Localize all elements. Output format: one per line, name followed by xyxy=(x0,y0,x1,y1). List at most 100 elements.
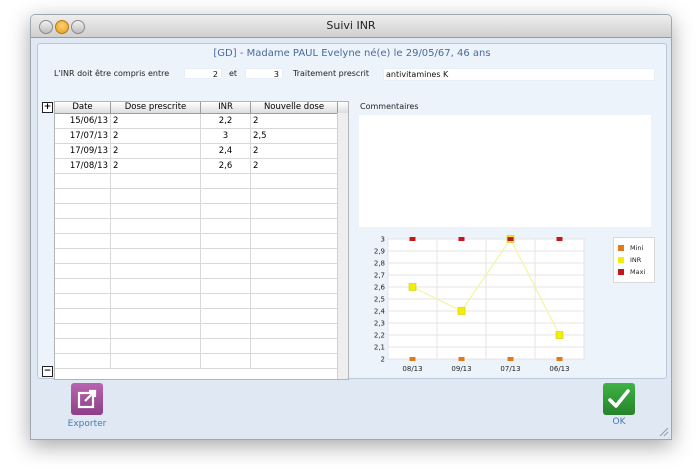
cell-new-dose[interactable] xyxy=(251,339,338,353)
cell-date[interactable] xyxy=(55,219,111,233)
table-row[interactable]: 17/08/13 2 2,6 2 xyxy=(55,159,338,174)
cell-dose[interactable] xyxy=(111,324,201,338)
cell-new-dose[interactable] xyxy=(251,219,338,233)
cell-date[interactable] xyxy=(55,249,111,263)
cell-inr[interactable] xyxy=(201,339,251,353)
cell-dose[interactable] xyxy=(111,354,201,368)
cell-dose[interactable] xyxy=(111,174,201,188)
table-row-empty[interactable] xyxy=(55,219,338,234)
cell-dose[interactable] xyxy=(111,189,201,203)
cell-new-dose[interactable] xyxy=(251,309,338,323)
cell-dose[interactable] xyxy=(111,294,201,308)
add-row-button[interactable]: + xyxy=(42,102,53,113)
cell-dose[interactable] xyxy=(111,219,201,233)
table-row-empty[interactable] xyxy=(55,264,338,279)
cell-dose[interactable] xyxy=(111,264,201,278)
cell-inr[interactable] xyxy=(201,234,251,248)
export-button[interactable] xyxy=(71,383,103,415)
column-header-new-dose[interactable]: Nouvelle dose xyxy=(251,102,338,113)
cell-date[interactable]: 17/07/13 xyxy=(55,129,111,143)
cell-date[interactable]: 15/06/13 xyxy=(55,114,111,128)
cell-new-dose[interactable] xyxy=(251,354,338,368)
cell-inr[interactable]: 2,2 xyxy=(201,114,251,128)
cell-dose[interactable] xyxy=(111,309,201,323)
treatment-field[interactable]: antivitamines K xyxy=(383,68,655,81)
cell-date[interactable] xyxy=(55,189,111,203)
cell-dose[interactable]: 2 xyxy=(111,114,201,128)
remove-row-button[interactable]: − xyxy=(42,366,53,377)
cell-inr[interactable] xyxy=(201,249,251,263)
cell-date[interactable]: 17/08/13 xyxy=(55,159,111,173)
cell-inr[interactable]: 2,6 xyxy=(201,159,251,173)
cell-dose[interactable]: 2 xyxy=(111,159,201,173)
cell-date[interactable] xyxy=(55,354,111,368)
cell-date[interactable] xyxy=(55,294,111,308)
cell-date[interactable] xyxy=(55,309,111,323)
ok-label[interactable]: OK xyxy=(603,417,635,427)
cell-date[interactable] xyxy=(55,279,111,293)
column-header-inr[interactable]: INR xyxy=(201,102,251,113)
cell-inr[interactable] xyxy=(201,174,251,188)
cell-new-dose[interactable]: 2 xyxy=(251,114,338,128)
cell-dose[interactable] xyxy=(111,339,201,353)
cell-new-dose[interactable] xyxy=(251,234,338,248)
cell-dose[interactable] xyxy=(111,234,201,248)
column-header-dose[interactable]: Dose prescrite xyxy=(111,102,201,113)
cell-date[interactable]: 17/09/13 xyxy=(55,144,111,158)
cell-dose[interactable]: 2 xyxy=(111,129,201,143)
cell-inr[interactable] xyxy=(201,324,251,338)
cell-inr[interactable]: 2,4 xyxy=(201,144,251,158)
cell-new-dose[interactable]: 2 xyxy=(251,159,338,173)
cell-date[interactable] xyxy=(55,339,111,353)
cell-new-dose[interactable] xyxy=(251,174,338,188)
cell-inr[interactable]: 3 xyxy=(201,129,251,143)
table-row-empty[interactable] xyxy=(55,339,338,354)
comments-field[interactable] xyxy=(359,115,651,227)
cell-date[interactable] xyxy=(55,174,111,188)
cell-new-dose[interactable] xyxy=(251,189,338,203)
table-row-empty[interactable] xyxy=(55,174,338,189)
cell-new-dose[interactable] xyxy=(251,249,338,263)
cell-date[interactable] xyxy=(55,264,111,278)
inr-min-field[interactable]: 2 xyxy=(184,68,222,79)
cell-dose[interactable] xyxy=(111,204,201,218)
inr-max-field[interactable]: 3 xyxy=(245,68,283,79)
table-row-empty[interactable] xyxy=(55,324,338,339)
cell-dose[interactable] xyxy=(111,279,201,293)
export-label[interactable]: Exporter xyxy=(61,419,113,429)
cell-new-dose[interactable] xyxy=(251,324,338,338)
cell-date[interactable] xyxy=(55,234,111,248)
table-row-empty[interactable] xyxy=(55,189,338,204)
table-row[interactable]: 17/09/13 2 2,4 2 xyxy=(55,144,338,159)
cell-inr[interactable] xyxy=(201,204,251,218)
table-row[interactable]: 17/07/13 2 3 2,5 xyxy=(55,129,338,144)
cell-inr[interactable] xyxy=(201,354,251,368)
table-row-empty[interactable] xyxy=(55,279,338,294)
cell-inr[interactable] xyxy=(201,189,251,203)
table-row-empty[interactable] xyxy=(55,309,338,324)
cell-new-dose[interactable]: 2 xyxy=(251,144,338,158)
cell-date[interactable] xyxy=(55,324,111,338)
column-header-date[interactable]: Date xyxy=(55,102,111,113)
cell-new-dose[interactable] xyxy=(251,279,338,293)
cell-inr[interactable] xyxy=(201,279,251,293)
cell-new-dose[interactable] xyxy=(251,294,338,308)
cell-new-dose[interactable] xyxy=(251,204,338,218)
cell-new-dose[interactable]: 2,5 xyxy=(251,129,338,143)
cell-date[interactable] xyxy=(55,204,111,218)
cell-inr[interactable] xyxy=(201,264,251,278)
table-row-empty[interactable] xyxy=(55,354,338,369)
resize-grip-icon[interactable] xyxy=(659,427,669,437)
cell-inr[interactable] xyxy=(201,219,251,233)
cell-inr[interactable] xyxy=(201,294,251,308)
cell-dose[interactable]: 2 xyxy=(111,144,201,158)
table-row-empty[interactable] xyxy=(55,234,338,249)
cell-inr[interactable] xyxy=(201,309,251,323)
table-row[interactable]: 15/06/13 2 2,2 2 xyxy=(55,114,338,129)
ok-button[interactable] xyxy=(603,383,635,415)
table-row-empty[interactable] xyxy=(55,249,338,264)
table-row-empty[interactable] xyxy=(55,294,338,309)
table-scrollbar[interactable] xyxy=(337,113,348,379)
table-row-empty[interactable] xyxy=(55,204,338,219)
cell-dose[interactable] xyxy=(111,249,201,263)
